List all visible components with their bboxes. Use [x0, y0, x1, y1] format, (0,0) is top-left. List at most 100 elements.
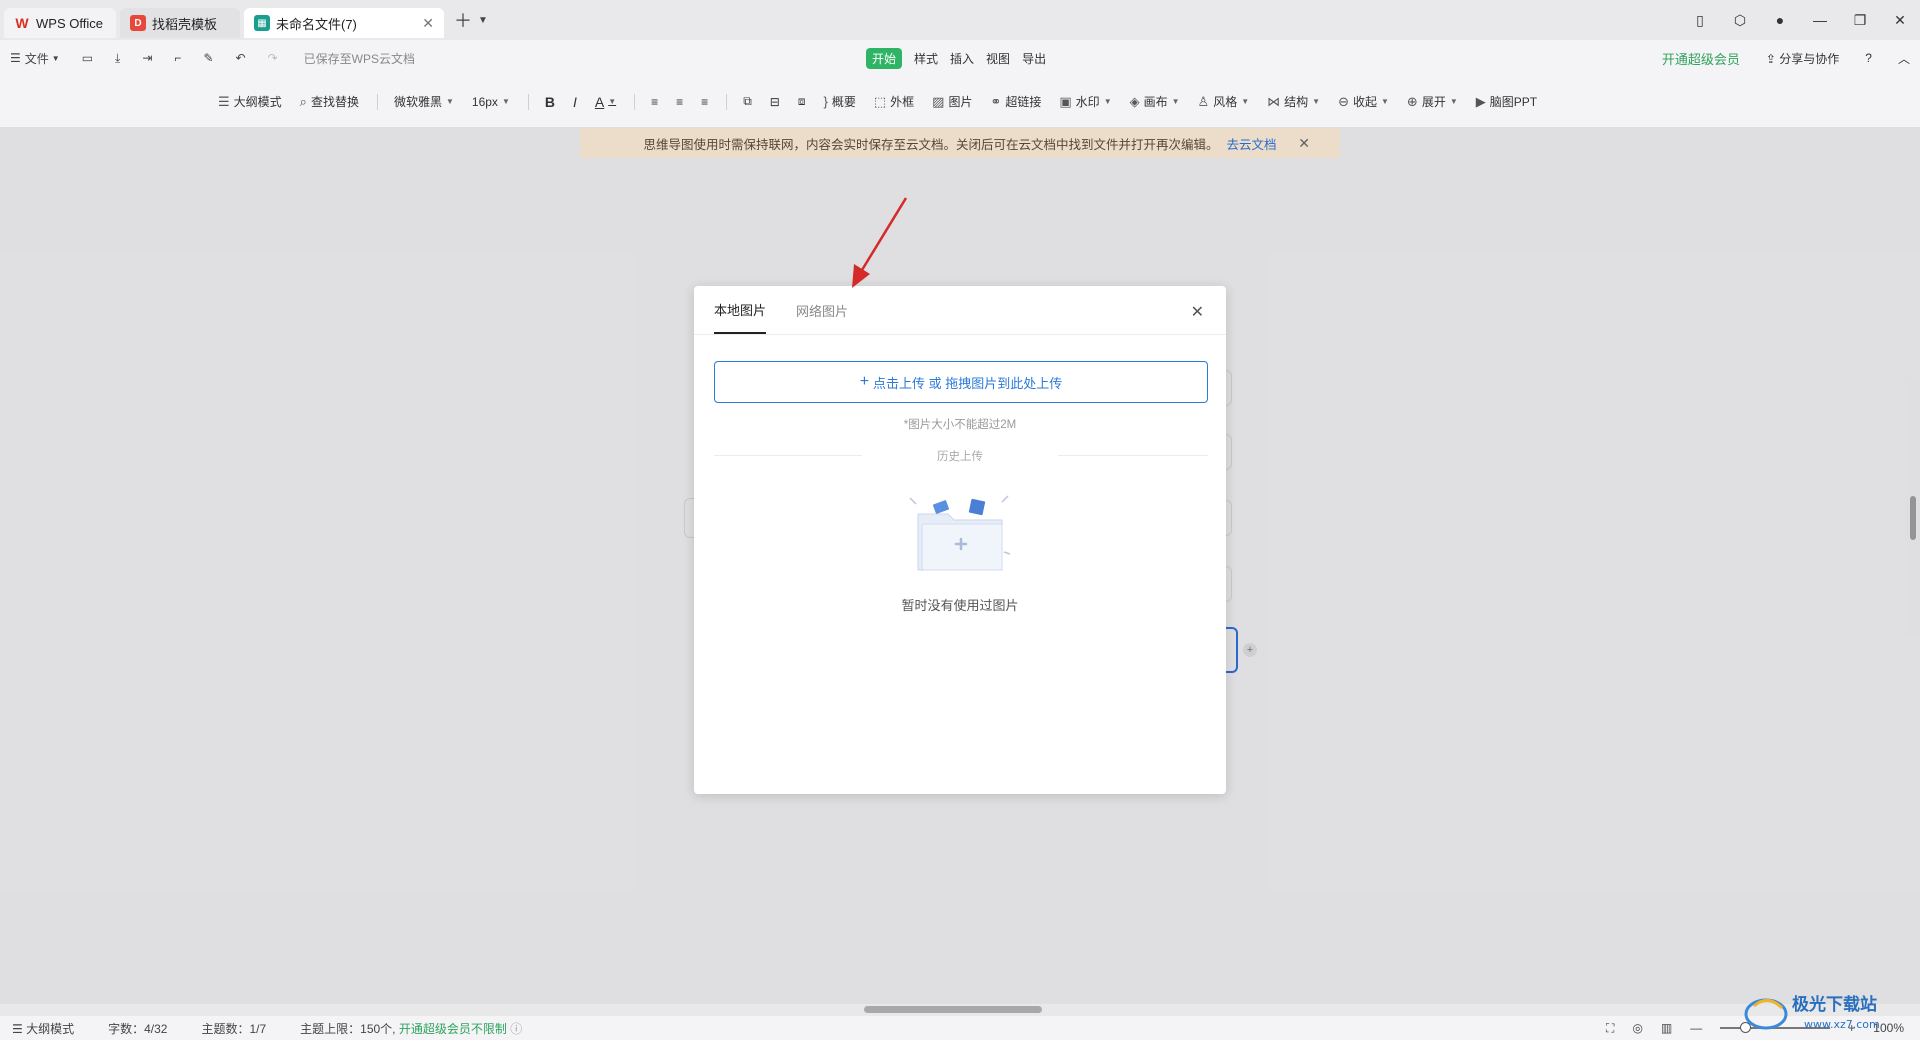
watermark-url: www.xz7.com — [1804, 1018, 1880, 1031]
topic-limit: 主题上限：150个, 开通超级会员不限制 ⓘ — [300, 1020, 522, 1037]
tab-label: 找稻壳模板 — [152, 16, 218, 32]
pen-icon[interactable]: ✎ — [203, 51, 213, 65]
new-tab-button[interactable]: ＋ ▼ — [454, 7, 488, 33]
fit-screen-icon[interactable]: ⛶ — [1606, 1021, 1614, 1036]
bold-button[interactable]: B — [545, 94, 555, 110]
collapse-ribbon-icon[interactable]: ︿ — [1898, 50, 1910, 67]
main-menu: 开始 样式 插入 视图 导出 — [866, 48, 1046, 69]
file-menu[interactable]: ☰ 文件 ▼ — [10, 50, 60, 67]
mindmap-file-icon: ▦ — [254, 15, 270, 31]
menu-style[interactable]: 样式 — [914, 50, 938, 67]
italic-button[interactable]: I — [573, 94, 577, 110]
paint-bucket-icon: ◈ — [1129, 93, 1140, 109]
share-button[interactable]: ⇪ 分享与协作 — [1766, 50, 1839, 67]
close-icon[interactable]: ✕ — [1191, 302, 1204, 322]
minus-circle-icon: ⊖ — [1338, 93, 1349, 109]
site-watermark-logo: 极光下载站 www.xz7.com — [1744, 994, 1880, 1031]
minimize-icon[interactable]: — — [1800, 12, 1840, 28]
link-icon: ⚭ — [990, 93, 1002, 109]
structure-icon: ⋈ — [1267, 93, 1281, 109]
chevron-down-icon: ▼ — [445, 97, 454, 106]
find-replace-button[interactable]: ⌕ 查找替换 — [300, 93, 359, 110]
title-bar: W WPS Office D 找稻壳模板 ▦ 未命名文件(7) ✕ ＋ ▼ ▯ … — [0, 0, 1920, 40]
info-icon[interactable]: ⓘ — [510, 1022, 522, 1036]
chevron-down-icon: ▼ — [1103, 97, 1112, 106]
tab-templates[interactable]: D 找稻壳模板 — [120, 8, 240, 38]
format-painter-icon[interactable]: ⌐ — [174, 51, 181, 65]
locate-icon[interactable]: ◎ — [1632, 1021, 1642, 1035]
chevron-down-icon: ▼ — [51, 53, 60, 63]
save-status: 已保存至WPS云文档 — [303, 51, 415, 66]
horizontal-scrollbar[interactable] — [864, 1006, 1042, 1013]
subtopic-icon[interactable]: ⧉ — [743, 94, 752, 109]
style-button[interactable]: ♙ 风格 ▼ — [1198, 93, 1250, 110]
export-icon[interactable]: ⇥ — [142, 51, 152, 65]
tab-local-image[interactable]: 本地图片 — [714, 286, 767, 334]
tab-wps-office[interactable]: W WPS Office — [4, 8, 116, 38]
layout-icon[interactable]: ▯ — [1680, 12, 1720, 29]
frame-icon: ⬚ — [873, 93, 887, 109]
font-family-select[interactable]: 微软雅黑 ▼ — [394, 93, 454, 110]
summary-button[interactable]: } 概要 — [823, 93, 855, 110]
menu-export[interactable]: 导出 — [1022, 50, 1046, 67]
status-bar: ☰ 大纲模式 字数：4/32 主题数：1/7 主题上限：150个, 开通超级会员… — [0, 1016, 1920, 1040]
canvas-button[interactable]: ◈ 画布 ▼ — [1130, 93, 1180, 110]
upload-button[interactable]: + 点击上传 或 拖拽图片到此处上传 — [714, 361, 1208, 403]
share-icon: ⇪ — [1765, 51, 1776, 66]
redo-icon[interactable]: ↷ — [268, 51, 278, 65]
font-color-button[interactable]: A ▼ — [595, 94, 616, 110]
mindmap-ppt-button[interactable]: ▶ 脑图PPT — [1476, 93, 1537, 110]
frame-button[interactable]: ⬚ 外框 — [874, 93, 914, 110]
vip-unlimited-link[interactable]: 开通超级会员不限制 — [399, 1022, 507, 1036]
save-icon[interactable]: ▭ — [82, 51, 93, 65]
link-label: 超链接 — [1005, 95, 1042, 109]
restore-icon[interactable]: ❐ — [1840, 12, 1880, 29]
download-icon[interactable]: ⤓ — [115, 51, 120, 66]
list-icon: ☰ — [218, 93, 230, 109]
close-window-icon[interactable]: ✕ — [1880, 12, 1920, 29]
hamburger-icon: ☰ — [10, 51, 21, 65]
menu-insert[interactable]: 插入 — [950, 50, 974, 67]
empty-state-text: 暂时没有使用过图片 — [901, 598, 1019, 613]
tab-label: 未命名文件(7) — [276, 16, 357, 32]
outline-mode-toggle[interactable]: ☰ 大纲模式 — [12, 1020, 74, 1037]
hyperlink-button[interactable]: ⚭ 超链接 — [990, 93, 1041, 110]
structure-button[interactable]: ⋈ 结构 ▼ — [1267, 93, 1320, 110]
upload-label: 点击上传 或 拖拽图片到此处上传 — [873, 375, 1063, 391]
close-tab-icon[interactable]: ✕ — [422, 15, 434, 32]
red-arrow-annotation — [852, 197, 908, 288]
outline-mode-button[interactable]: ☰ 大纲模式 — [218, 93, 282, 110]
align-right-icon[interactable]: ≡ — [701, 95, 708, 109]
collapse-label: 收起 — [1352, 95, 1377, 109]
align-left-icon[interactable]: ≡ — [651, 95, 658, 109]
history-label: 历史上传 — [937, 451, 983, 463]
expand-button[interactable]: ⊕ 展开 ▼ — [1407, 93, 1458, 110]
help-icon[interactable]: ? — [1865, 51, 1872, 65]
font-size-select[interactable]: 16px ▼ — [472, 95, 510, 109]
parent-topic-icon[interactable]: ⧈ — [798, 94, 806, 109]
plus-icon: ＋ — [454, 11, 472, 31]
menu-view[interactable]: 视图 — [986, 50, 1010, 67]
image-button[interactable]: ▨ 图片 — [932, 93, 972, 110]
empty-folder-icon — [909, 495, 1011, 571]
avatar[interactable]: ● — [1760, 12, 1800, 28]
plus-circle-icon: ⊕ — [1406, 93, 1418, 109]
brace-icon: } — [823, 94, 828, 109]
vip-link[interactable]: 开通超级会员 — [1662, 49, 1740, 68]
collapse-button[interactable]: ⊖ 收起 ▼ — [1338, 93, 1389, 110]
outline-status-label: 大纲模式 — [26, 1021, 75, 1036]
chevron-down-icon: ▼ — [1381, 97, 1389, 106]
wps-logo-icon: W — [15, 15, 29, 31]
zoom-out-icon[interactable]: — — [1690, 1021, 1702, 1035]
watermark-button[interactable]: ▣ 水印 ▼ — [1059, 93, 1111, 110]
align-center-icon[interactable]: ≡ — [676, 95, 683, 109]
insert-image-dialog: 本地图片 网络图片 ✕ + 点击上传 或 拖拽图片到此处上传 *图片大小不能超过… — [694, 286, 1226, 794]
undo-icon[interactable]: ↶ — [236, 51, 246, 65]
find-label: 查找替换 — [310, 95, 359, 109]
cube-icon[interactable]: ⬡ — [1720, 12, 1760, 29]
tab-current-document[interactable]: ▦ 未命名文件(7) ✕ — [244, 8, 444, 38]
map-icon[interactable]: ▥ — [1661, 1021, 1672, 1035]
sibling-topic-icon[interactable]: ⊟ — [770, 95, 780, 109]
menu-start[interactable]: 开始 — [866, 48, 903, 69]
chevron-down-icon: ▼ — [1171, 97, 1180, 106]
